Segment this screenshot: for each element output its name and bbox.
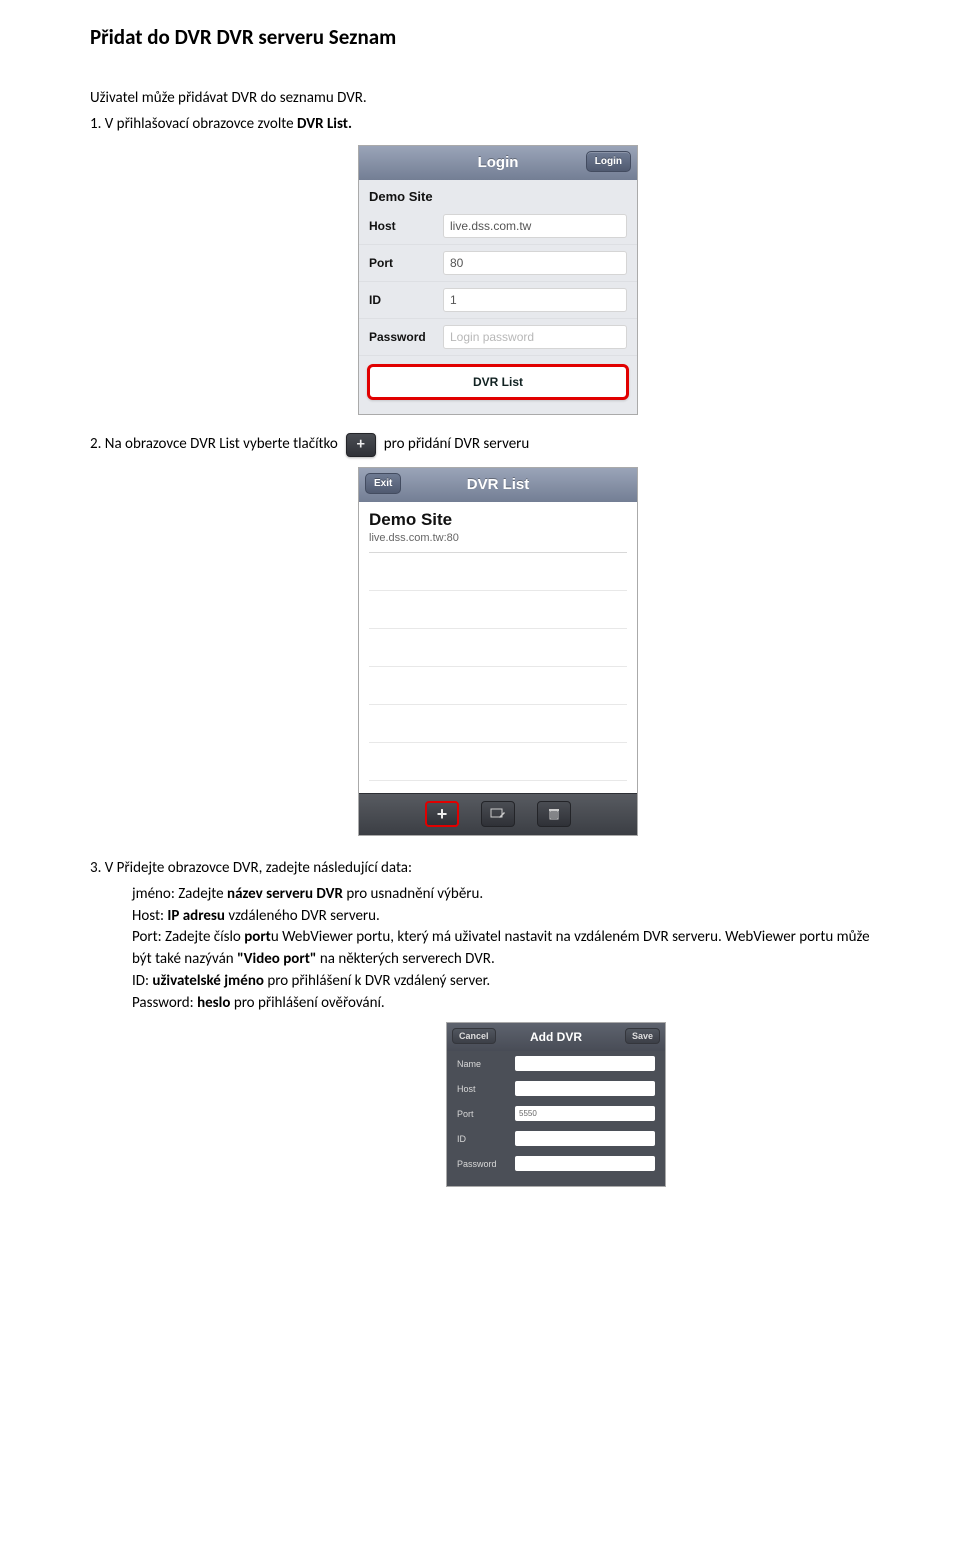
step-2-suffix: pro přidání DVR serveru (384, 434, 530, 454)
edit-button[interactable] (481, 801, 515, 827)
add-dvr-header-title: Add DVR (530, 1030, 582, 1044)
desc-pw-b: heslo (197, 994, 230, 1012)
plus-icon: + (437, 805, 448, 823)
desc-pw-c: pro přihlášení ověřování. (230, 994, 384, 1012)
edit-icon (490, 807, 506, 821)
desc-id-b: uživatelské jméno (152, 972, 264, 990)
add-name-field[interactable] (515, 1056, 655, 1071)
step-1-text: 1. V přihlašovací obrazovce zvolte (90, 115, 297, 133)
dvr-list-header: Exit DVR List (359, 468, 637, 502)
add-host-label: Host (457, 1084, 515, 1094)
cancel-button[interactable]: Cancel (452, 1028, 496, 1044)
login-id-field[interactable]: 1 (443, 288, 627, 312)
desc-host-a: Host: (132, 907, 167, 925)
login-host-field[interactable]: live.dss.com.tw (443, 214, 627, 238)
dvr-list-button[interactable]: DVR List (367, 364, 629, 400)
add-id-field[interactable] (515, 1131, 655, 1146)
desc-id-a: ID: (132, 972, 152, 990)
desc-pw-a: Password: (132, 994, 197, 1012)
add-id-label: ID (457, 1134, 515, 1144)
add-name-label: Name (457, 1059, 515, 1069)
dvr-list-panel: Exit DVR List Demo Site live.dss.com.tw:… (358, 467, 638, 836)
intro-text: Uživatel může přidávat DVR do seznamu DV… (90, 88, 870, 108)
save-button[interactable]: Save (625, 1028, 660, 1044)
add-port-label: Port (457, 1109, 515, 1119)
desc-host-c: vzdáleného DVR serveru. (225, 907, 380, 925)
desc-id-c: pro přihlášení k DVR vzdálený server. (264, 972, 490, 990)
desc-host-b: IP adresu (167, 907, 225, 925)
delete-button[interactable] (537, 801, 571, 827)
step-2: 2. Na obrazovce DVR List vyberte tlačítk… (90, 433, 870, 457)
trash-icon (547, 807, 561, 821)
login-header-title: Login (478, 154, 519, 171)
login-port-label: Port (369, 256, 443, 270)
plus-icon: + (346, 433, 376, 457)
login-host-label: Host (369, 219, 443, 233)
dvr-list-header-title: DVR List (467, 476, 530, 493)
add-dvr-panel: Cancel Add DVR Save Name Host Port 5550 … (446, 1022, 666, 1187)
login-button[interactable]: Login (586, 151, 631, 172)
field-descriptions: jméno: Zadejte název serveru DVR pro usn… (132, 884, 870, 1015)
login-header: Login Login (359, 146, 637, 180)
add-button[interactable]: + (425, 801, 459, 827)
desc-port-e: na některých serverech DVR. (316, 950, 494, 968)
dvr-list-toolbar: + (359, 793, 637, 835)
desc-port-a: Port: Zadejte číslo (132, 928, 244, 946)
step-1: 1. V přihlašovací obrazovce zvolte DVR L… (90, 114, 870, 134)
step-1-bold: DVR List. (297, 115, 352, 133)
add-dvr-header: Cancel Add DVR Save (447, 1023, 665, 1051)
add-host-field[interactable] (515, 1081, 655, 1096)
dvr-list-item-sub: live.dss.com.tw:80 (369, 532, 627, 544)
desc-port-b: port (244, 928, 271, 946)
add-password-field[interactable] (515, 1156, 655, 1171)
dvr-list-item-title[interactable]: Demo Site (369, 510, 627, 530)
desc-name-a: jméno: Zadejte (132, 885, 227, 903)
login-port-field[interactable]: 80 (443, 251, 627, 275)
add-port-field[interactable]: 5550 (515, 1106, 655, 1121)
desc-port-d: "Video port" (237, 950, 316, 968)
add-password-label: Password (457, 1159, 515, 1169)
login-panel: Login Login Demo Site Host live.dss.com.… (358, 145, 638, 415)
login-id-label: ID (369, 293, 443, 307)
step-3: 3. V Přidejte obrazovce DVR, zadejte nás… (90, 858, 870, 878)
dvr-list-empty-rows (369, 553, 627, 793)
page-title: Přidat do DVR DVR serveru Seznam (90, 24, 870, 50)
login-password-field[interactable]: Login password (443, 325, 627, 349)
login-password-label: Password (369, 330, 443, 344)
desc-name-c: pro usnadnění výběru. (343, 885, 483, 903)
exit-button[interactable]: Exit (365, 473, 401, 494)
login-demo-title: Demo Site (369, 189, 433, 204)
step-2-prefix: 2. Na obrazovce DVR List vyberte tlačítk… (90, 434, 338, 454)
desc-name-b: název serveru DVR (227, 885, 343, 903)
